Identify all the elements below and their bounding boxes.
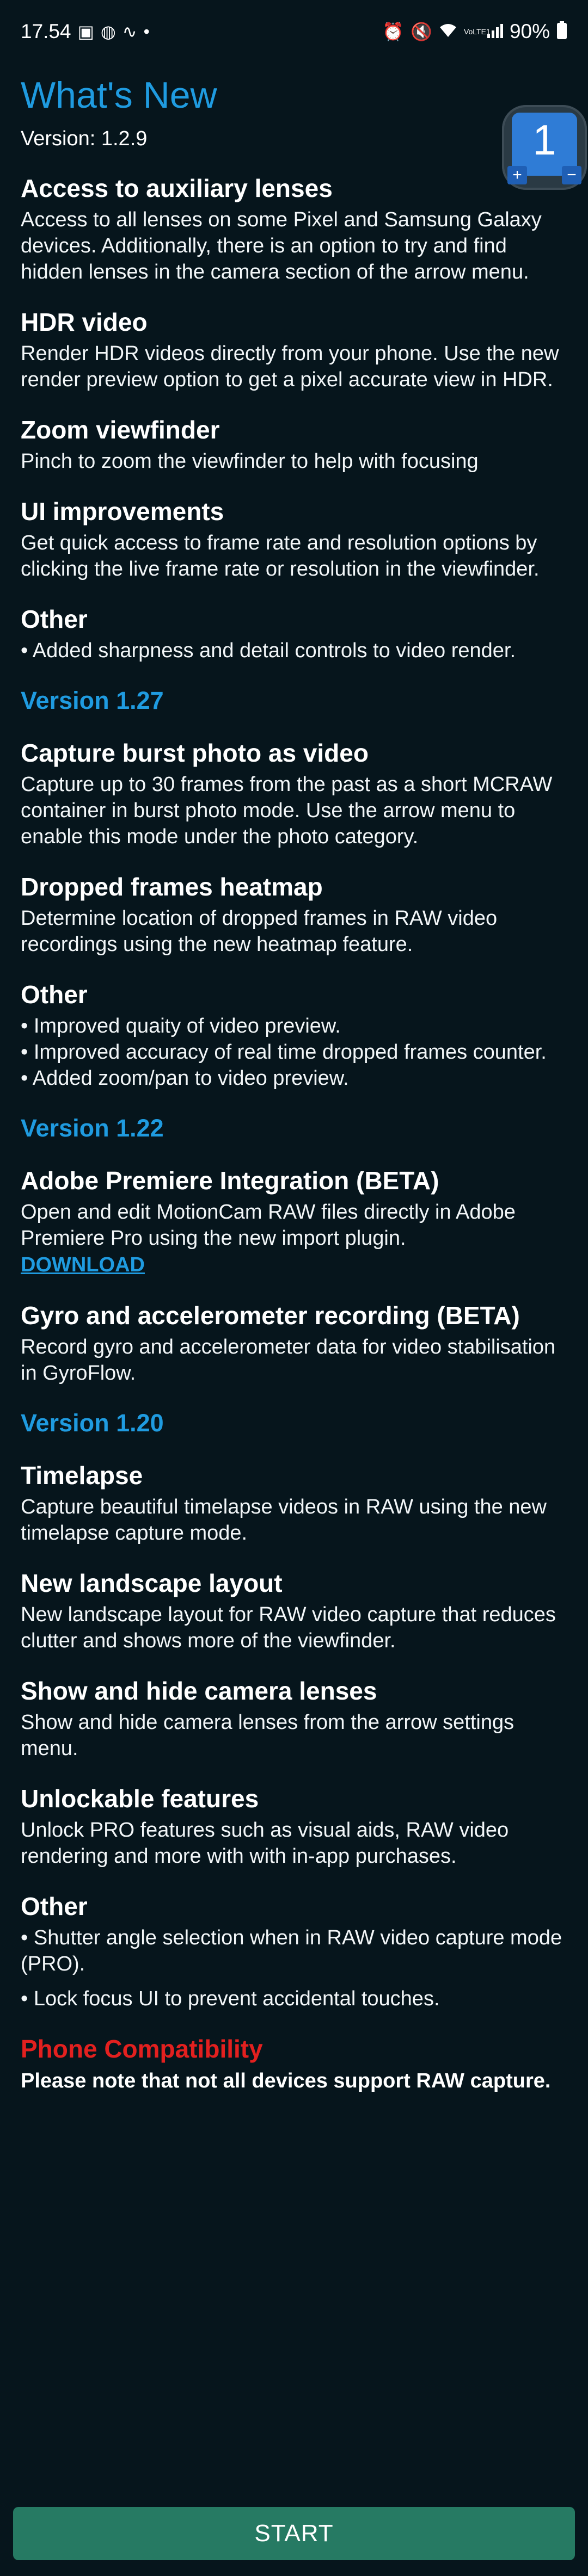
- section-auxiliary-lenses: Access to auxiliary lenses Access to all…: [21, 172, 567, 285]
- section-dropped-frames: Dropped frames heatmap Determine locatio…: [21, 870, 567, 957]
- version-heading-122: Version 1.22: [21, 1114, 164, 1142]
- feature-heading: Gyro and accelerometer recording (BETA): [21, 1301, 520, 1330]
- section-hdr-video: HDR video Render HDR videos directly fro…: [21, 306, 567, 393]
- status-bar: 17.54 ▣ ◍ ∿ • ⏰ 🔇 VoLTE1 90%: [0, 0, 588, 63]
- feature-heading: Capture burst photo as video: [21, 739, 369, 767]
- wifi-icon: [439, 23, 457, 41]
- section-timelapse: Timelapse Capture beautiful timelapse vi…: [21, 1459, 567, 1546]
- feature-heading: Show and hide camera lenses: [21, 1677, 377, 1705]
- whats-new-content[interactable]: What's New Version: 1.2.9 Access to auxi…: [21, 65, 567, 2095]
- volte-lte-icon: VoLTE1: [463, 27, 491, 36]
- section-other-v127: Other • Improved quaity of video preview…: [21, 978, 567, 1091]
- status-bar-left: 17.54 ▣ ◍ ∿ •: [21, 20, 150, 43]
- feature-text: Determine location of dropped frames in …: [21, 907, 498, 956]
- feature-text: Get quick access to frame rate and resol…: [21, 532, 540, 580]
- list-item: • Shutter angle selection when in RAW vi…: [21, 1926, 562, 1975]
- feature-text: Access to all lenses on some Pixel and S…: [21, 208, 542, 283]
- section-other-v120: Other • Shutter angle selection when in …: [21, 1890, 567, 2012]
- battery-level: 90%: [509, 20, 550, 42]
- list-item: • Improved accuracy of real time dropped…: [21, 1041, 547, 1064]
- battery-icon: [556, 21, 567, 42]
- feature-text: Show and hide camera lenses from the arr…: [21, 1711, 514, 1760]
- dot-icon: •: [143, 22, 150, 41]
- section-gyro: Gyro and accelerometer recording (BETA) …: [21, 1299, 567, 1386]
- version-heading-120: Version 1.20: [21, 1409, 164, 1437]
- feature-heading: Other: [21, 980, 88, 1009]
- feature-heading: Other: [21, 1892, 88, 1920]
- status-bar-right: ⏰ 🔇 VoLTE1 90%: [382, 20, 567, 43]
- signal-wave-icon: ∿: [122, 22, 137, 41]
- section-ui-improvements: UI improvements Get quick access to fram…: [21, 495, 567, 582]
- image-icon: ▣: [77, 22, 94, 41]
- signal-bars-icon: [487, 23, 503, 41]
- download-link[interactable]: DOWNLOAD: [21, 1253, 145, 1276]
- feature-heading: Zoom viewfinder: [21, 416, 220, 444]
- version-heading-127: Version 1.27: [21, 687, 164, 714]
- feature-text: Open and edit MotionCam RAW files direct…: [21, 1201, 516, 1250]
- section-premiere: Adobe Premiere Integration (BETA) Open a…: [21, 1164, 567, 1278]
- section-landscape-layout: New landscape layout New landscape layou…: [21, 1567, 567, 1654]
- compatibility-heading: Phone Compatibility: [21, 2035, 263, 2063]
- page-title: What's New: [21, 75, 217, 116]
- feature-text: Pinch to zoom the viewfinder to help wit…: [21, 450, 479, 473]
- app-icon: ◍: [100, 22, 116, 41]
- feature-text: Capture up to 30 frames from the past as…: [21, 773, 553, 848]
- feature-heading: Unlockable features: [21, 1784, 259, 1813]
- feature-heading: HDR video: [21, 308, 148, 336]
- feature-text: Capture beautiful timelapse videos in RA…: [21, 1496, 547, 1545]
- feature-heading: Dropped frames heatmap: [21, 873, 323, 901]
- section-burst-photo: Capture burst photo as video Capture up …: [21, 737, 567, 850]
- section-other-v129: Other • Added sharpness and detail contr…: [21, 603, 567, 664]
- section-zoom-viewfinder: Zoom viewfinder Pinch to zoom the viewfi…: [21, 413, 567, 474]
- mute-icon: 🔇: [411, 22, 432, 41]
- feature-heading: Access to auxiliary lenses: [21, 174, 333, 202]
- feature-heading: New landscape layout: [21, 1569, 283, 1597]
- feature-heading: Other: [21, 605, 88, 633]
- feature-heading: Timelapse: [21, 1461, 143, 1490]
- list-item: • Added zoom/pan to video preview.: [21, 1067, 349, 1090]
- clock: 17.54: [21, 20, 71, 42]
- feature-text: Unlock PRO features such as visual aids,…: [21, 1819, 509, 1868]
- section-camera-lenses: Show and hide camera lenses Show and hid…: [21, 1675, 567, 1762]
- section-unlockable: Unlockable features Unlock PRO features …: [21, 1782, 567, 1869]
- list-item: • Added sharpness and detail controls to…: [21, 639, 516, 662]
- list-item: • Improved quaity of video preview.: [21, 1015, 341, 1037]
- feature-heading: UI improvements: [21, 497, 224, 526]
- list-item: • Lock focus UI to prevent accidental to…: [21, 1987, 440, 2010]
- feature-text: Render HDR videos directly from your pho…: [21, 342, 559, 391]
- current-version: Version: 1.2.9: [21, 127, 148, 150]
- start-button[interactable]: START: [13, 2507, 575, 2560]
- feature-text: Record gyro and accelerometer data for v…: [21, 1336, 556, 1385]
- feature-heading: Adobe Premiere Integration (BETA): [21, 1166, 439, 1195]
- compatibility-note: Please note that not all devices support…: [21, 2070, 551, 2092]
- alarm-icon: ⏰: [382, 22, 405, 41]
- feature-text: New landscape layout for RAW video captu…: [21, 1603, 556, 1652]
